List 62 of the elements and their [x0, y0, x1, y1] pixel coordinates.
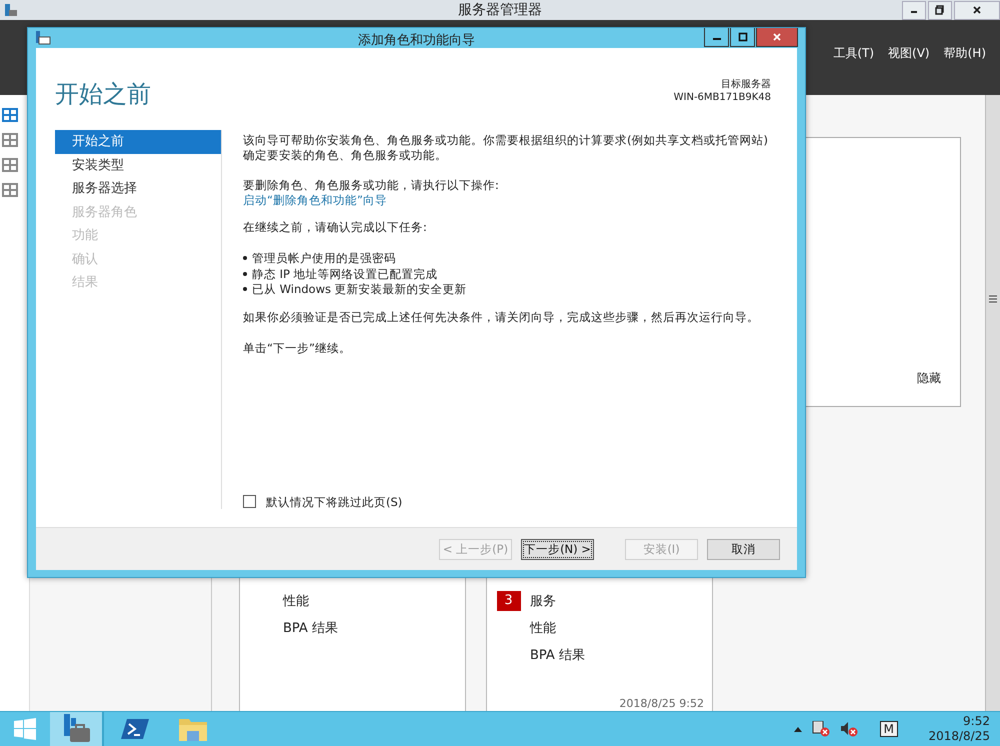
wizard-button[interactable]: 取消 [707, 538, 780, 560]
task-item: 管理员帐户使用的是强密码 [252, 251, 396, 266]
muted-speaker-icon[interactable] [840, 721, 858, 737]
minimize-button[interactable] [704, 28, 729, 47]
page-heading: 开始之前 [55, 79, 151, 110]
continue-hint: 单击“下一步”继续。 [243, 340, 352, 355]
clock-time: 9:52 [963, 714, 990, 729]
terminal-icon [121, 717, 149, 741]
server-icon [4, 3, 18, 17]
prerequisite-prompt: 在继续之前，请确认完成以下任务: [243, 220, 428, 234]
close-button[interactable] [756, 28, 798, 47]
step-item[interactable]: 安装类型 [55, 154, 221, 177]
target-server: WIN-6MB171B9K48 [674, 91, 771, 104]
grid-icon[interactable] [2, 133, 18, 147]
menu-item[interactable]: 视图(V) [888, 45, 930, 61]
checkbox[interactable] [243, 495, 256, 508]
wizard-icon [35, 31, 51, 45]
bullet-icon [243, 287, 247, 292]
task-item: 已从 Windows 更新安装最新的安全更新 [252, 282, 467, 296]
maximize-button[interactable] [730, 28, 755, 47]
tile-link[interactable]: 性能 [283, 592, 309, 610]
checkbox-label[interactable]: 默认情况下将跳过此页(S) [266, 494, 402, 509]
close-button[interactable] [954, 0, 1000, 20]
clock-date: 2018/8/25 [928, 729, 990, 744]
menu-item[interactable]: 工具(T) [833, 45, 874, 61]
grid-icon[interactable] [2, 158, 18, 172]
input-method-indicator[interactable]: M [880, 721, 898, 737]
minimize-button[interactable] [902, 0, 926, 20]
timestamp: 2018/8/25 9:52 [619, 697, 705, 711]
hide-link[interactable]: 隐藏 [917, 370, 941, 387]
scrollbar[interactable] [985, 95, 1000, 711]
tile-link[interactable]: BPA 结果 [283, 618, 338, 636]
maximize-button[interactable] [928, 0, 952, 20]
note-text: 如果你必须验证是否已完成上述任何先决条件，请关闭向导，完成这些步骤，然后再次运行向导。 [243, 310, 760, 324]
step-item[interactable]: 服务器选择 [55, 177, 221, 200]
step-item[interactable]: 开始之前 [55, 130, 221, 154]
menu-item[interactable]: 帮助(H) [944, 45, 986, 61]
window-title: 服务器管理器 [457, 1, 543, 19]
server-manager-button[interactable] [50, 712, 104, 746]
count-badge: 3 [496, 590, 520, 610]
remove-wizard-link[interactable]: 启动“删除角色和功能”向导 [243, 192, 387, 207]
close-icon [972, 5, 982, 15]
bullet-icon [243, 272, 247, 276]
windows-logo-icon [14, 718, 36, 740]
wizard-button[interactable]: 下一步(N) > [521, 538, 594, 560]
target-label: 目标服务器 [721, 78, 771, 91]
remove-prompt: 要删除角色、角色服务或功能，请执行以下操作: [243, 178, 500, 192]
caret-up-icon[interactable] [794, 726, 802, 732]
tile-link[interactable]: 性能 [530, 618, 556, 636]
tile-link[interactable]: BPA 结果 [530, 646, 585, 664]
grip-icon [989, 295, 997, 303]
tile-link[interactable]: 服务 [530, 592, 556, 610]
intro-text: 该向导可帮助你安装角色、角色服务或功能。你需要根据组织的计算要求(例如共享文档或托管网站)确定要安装的角色、角色服务或功能。 [243, 133, 769, 162]
task-item: 静态 IP 地址等网络设置已配置完成 [252, 266, 438, 281]
close-icon [772, 32, 782, 42]
grid-icon[interactable] [2, 108, 18, 122]
grid-icon[interactable] [2, 183, 18, 197]
maximize-icon [738, 32, 748, 42]
window-title: 添加角色和功能向导 [357, 32, 476, 49]
restore-icon [935, 5, 945, 15]
network-error-icon[interactable] [812, 721, 830, 737]
bullet-icon [243, 256, 247, 260]
